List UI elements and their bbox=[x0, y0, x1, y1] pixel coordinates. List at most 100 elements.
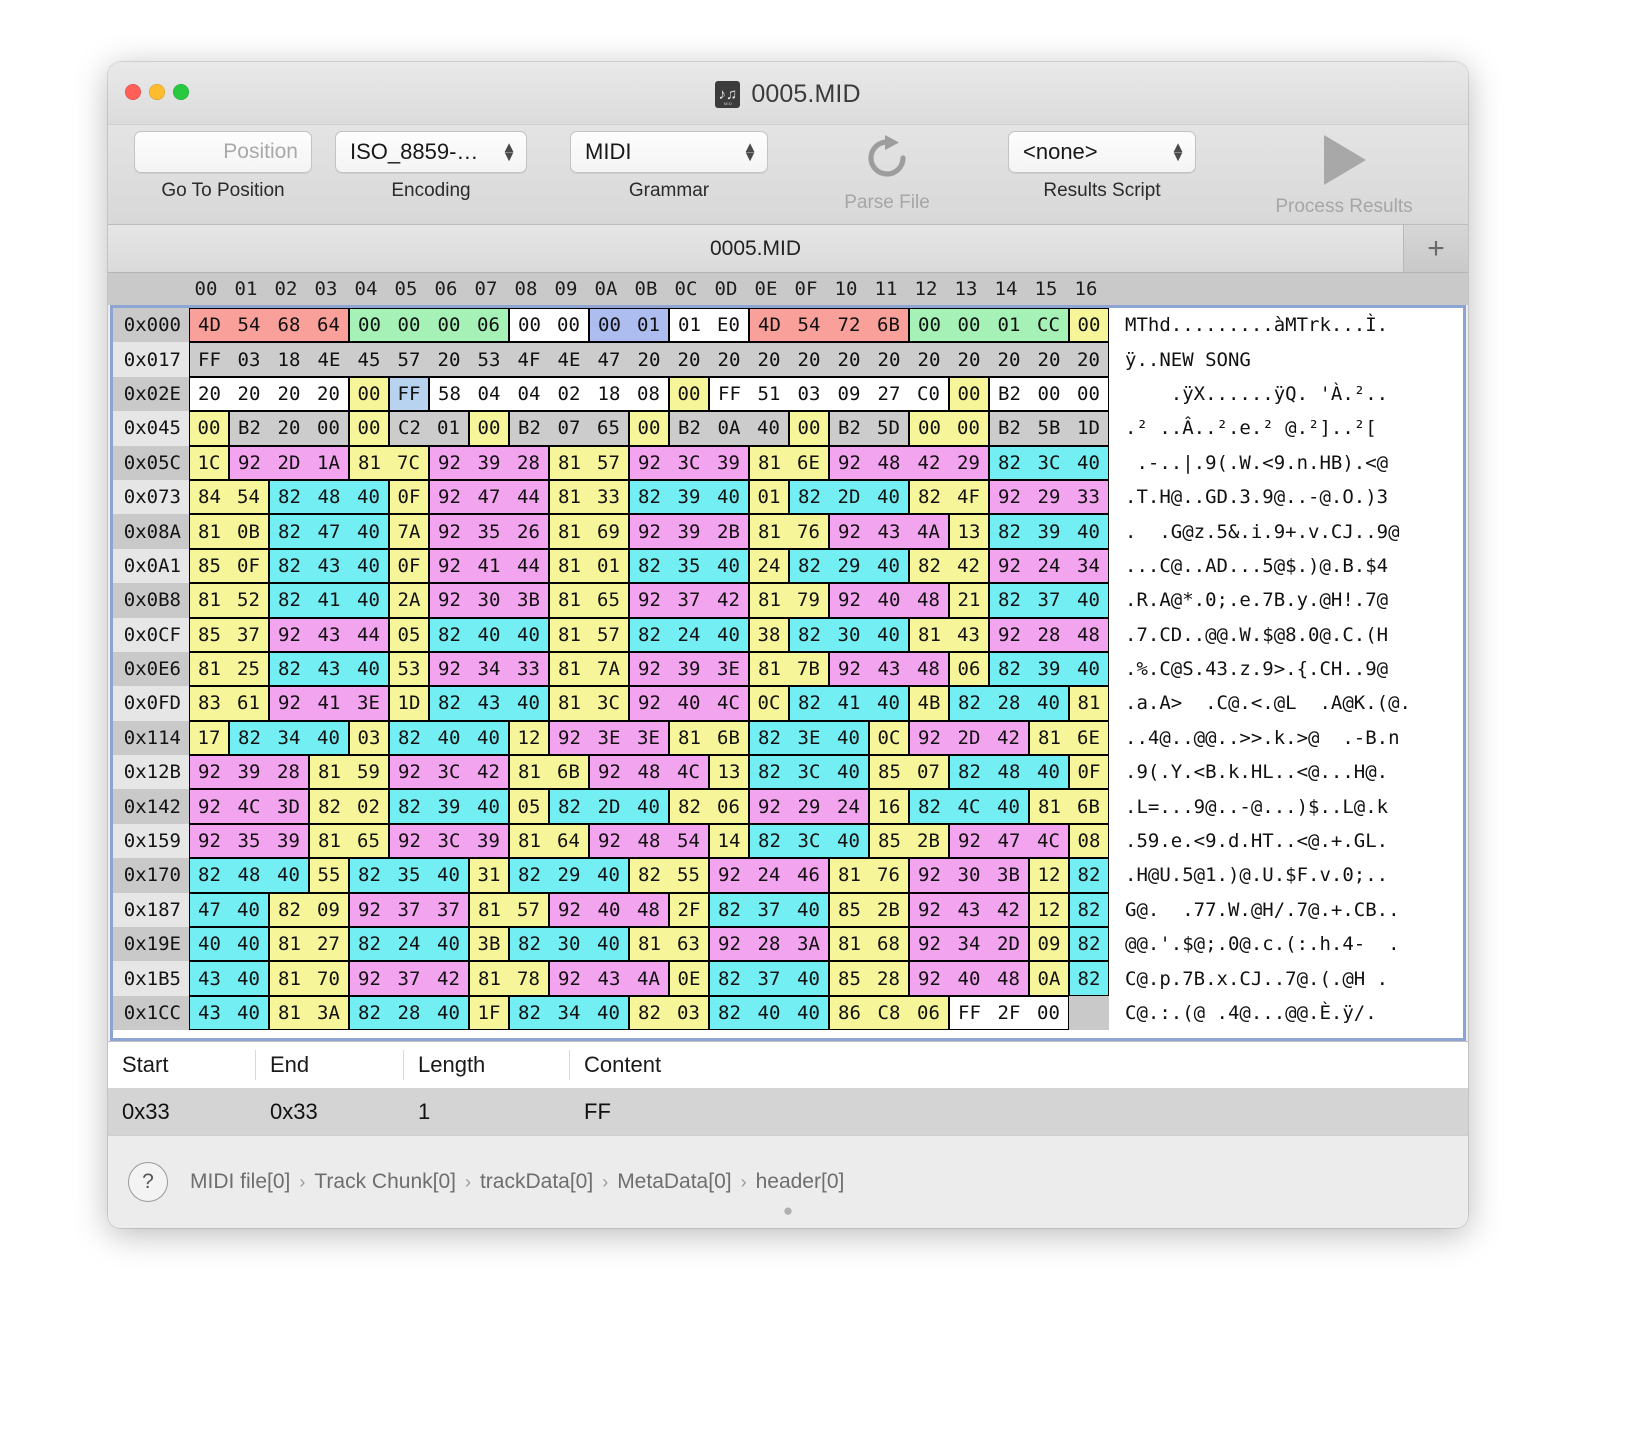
hex-byte-cell[interactable]: 20 bbox=[669, 342, 709, 377]
hex-byte-cell[interactable]: 81 bbox=[629, 927, 669, 962]
hex-byte-cell[interactable]: 2D bbox=[829, 479, 869, 515]
hex-byte-cell[interactable]: 82 bbox=[989, 583, 1029, 618]
hex-byte-cell[interactable]: 43 bbox=[469, 686, 509, 721]
hex-byte-cell[interactable]: 00 bbox=[349, 376, 389, 412]
hex-byte-cell[interactable]: 38 bbox=[749, 617, 789, 652]
hex-byte-cell[interactable]: 82 bbox=[709, 995, 749, 1031]
breadcrumb-item[interactable]: header[0] bbox=[756, 1170, 845, 1194]
hex-byte-cell[interactable]: 85 bbox=[189, 548, 229, 584]
hex-byte-cell[interactable]: 48 bbox=[629, 823, 669, 859]
hex-byte-cell[interactable]: 00 bbox=[949, 376, 989, 412]
hex-byte-cell[interactable]: 3B bbox=[509, 583, 549, 618]
hex-byte-cell[interactable]: 40 bbox=[749, 995, 789, 1031]
hex-byte-cell[interactable]: 92 bbox=[989, 617, 1029, 652]
hex-byte-cell[interactable]: 7A bbox=[389, 514, 429, 549]
hex-byte-cell[interactable]: 7C bbox=[389, 445, 429, 480]
hex-byte-cell[interactable]: 92 bbox=[909, 720, 949, 756]
hex-byte-cell[interactable]: 54 bbox=[789, 308, 829, 343]
hex-byte-cell[interactable]: 31 bbox=[469, 858, 509, 893]
hex-byte-cell[interactable]: 92 bbox=[429, 479, 469, 515]
hex-byte-cell[interactable]: 20 bbox=[869, 342, 909, 377]
hex-byte-cell[interactable]: 09 bbox=[1029, 927, 1069, 962]
hex-byte-cell[interactable]: 6E bbox=[1069, 720, 1109, 756]
hex-byte-cell[interactable]: 54 bbox=[229, 308, 269, 343]
hex-byte-cell[interactable]: 65 bbox=[349, 823, 389, 859]
hex-byte-cell[interactable]: 82 bbox=[349, 927, 389, 962]
hex-byte-cell[interactable]: 1D bbox=[389, 686, 429, 721]
breadcrumb-item[interactable]: trackData[0] bbox=[480, 1170, 593, 1194]
hex-byte-cell[interactable]: 92 bbox=[549, 720, 589, 756]
hex-byte-cell[interactable]: 39 bbox=[269, 823, 309, 859]
hex-byte-cell[interactable]: 06 bbox=[469, 308, 509, 343]
hex-byte-cell[interactable]: 40 bbox=[829, 720, 869, 756]
hex-row-ascii[interactable]: C@.:.(@ .4@...@@.È.ÿ/. bbox=[1109, 996, 1377, 1030]
hex-byte-cell[interactable]: 81 bbox=[749, 583, 789, 618]
hex-byte-cell[interactable]: 86 bbox=[829, 995, 869, 1031]
hex-byte-cell[interactable]: 20 bbox=[989, 342, 1029, 377]
hex-byte-cell[interactable]: 58 bbox=[429, 376, 469, 412]
hex-byte-cell[interactable]: 81 bbox=[749, 514, 789, 549]
table-row[interactable]: 0x33 0x33 1 FF bbox=[108, 1089, 1468, 1135]
hex-row-ascii[interactable]: C@.p.7B.x.CJ..7@.(.@H . bbox=[1109, 961, 1388, 995]
hex-byte-cell[interactable]: 57 bbox=[589, 445, 629, 480]
hex-byte-cell[interactable]: 82 bbox=[389, 789, 429, 824]
hex-byte-cell[interactable]: 28 bbox=[1029, 617, 1069, 652]
breadcrumb-item[interactable]: Track Chunk[0] bbox=[314, 1170, 456, 1194]
hex-byte-cell[interactable]: 24 bbox=[749, 858, 789, 893]
hex-byte-cell[interactable]: 92 bbox=[389, 823, 429, 859]
hex-byte-cell[interactable]: 25 bbox=[229, 651, 269, 687]
hex-byte-cell[interactable]: 20 bbox=[1029, 342, 1069, 377]
hex-row-ascii[interactable]: .R.A@*.0;.e.7B.y.@H!.7@ bbox=[1109, 583, 1388, 617]
hex-byte-cell[interactable]: 29 bbox=[549, 858, 589, 893]
hex-byte-cell[interactable]: 40 bbox=[429, 927, 469, 962]
hex-byte-cell[interactable]: 92 bbox=[629, 583, 669, 618]
hex-byte-cell[interactable]: 37 bbox=[669, 583, 709, 618]
breadcrumb-item[interactable]: MIDI file[0] bbox=[190, 1170, 290, 1194]
hex-byte-cell[interactable]: 40 bbox=[469, 720, 509, 756]
hex-byte-cell[interactable]: 82 bbox=[749, 720, 789, 756]
hex-byte-cell[interactable]: 06 bbox=[909, 995, 949, 1031]
hex-byte-cell[interactable]: 13 bbox=[709, 755, 749, 790]
hex-byte-cell[interactable]: 4F bbox=[949, 479, 989, 515]
hex-byte-cell[interactable]: 39 bbox=[669, 651, 709, 687]
hex-byte-cell[interactable]: 4D bbox=[749, 308, 789, 343]
hex-byte-cell[interactable]: 82 bbox=[269, 651, 309, 687]
hex-byte-cell[interactable]: 04 bbox=[469, 376, 509, 412]
hex-byte-cell[interactable]: 82 bbox=[1069, 892, 1109, 928]
hex-byte-cell[interactable]: 82 bbox=[429, 617, 469, 652]
hex-byte-cell[interactable]: 81 bbox=[549, 445, 589, 480]
hex-byte-cell[interactable]: 42 bbox=[909, 445, 949, 480]
hex-byte-cell[interactable]: 82 bbox=[509, 995, 549, 1031]
hex-byte-cell[interactable]: C2 bbox=[389, 411, 429, 446]
hex-byte-cell[interactable]: 47 bbox=[469, 479, 509, 515]
hex-byte-cell[interactable]: 82 bbox=[189, 858, 229, 893]
hex-byte-cell[interactable]: 0F bbox=[229, 548, 269, 584]
hex-byte-cell[interactable]: 34 bbox=[269, 720, 309, 756]
hex-byte-cell[interactable]: 92 bbox=[429, 583, 469, 618]
hex-byte-cell[interactable]: 81 bbox=[549, 479, 589, 515]
hex-row-ascii[interactable]: .² ..Â..².e.² @.²]..²[ bbox=[1109, 411, 1377, 445]
hex-row-ascii[interactable]: ÿ..NEW SONG bbox=[1109, 342, 1251, 376]
grammar-select[interactable]: MIDI ▲ ▼ bbox=[570, 131, 768, 173]
hex-byte-cell[interactable]: 0F bbox=[389, 479, 429, 515]
hex-byte-cell[interactable]: 43 bbox=[589, 961, 629, 996]
hex-byte-cell[interactable]: 5D bbox=[869, 411, 909, 446]
hex-byte-cell[interactable]: 92 bbox=[189, 823, 229, 859]
hex-byte-cell[interactable]: 92 bbox=[269, 617, 309, 652]
hex-row-ascii[interactable]: ..4@..@@..>>.k.>@ .-B.n bbox=[1109, 721, 1400, 755]
hex-byte-cell[interactable]: 82 bbox=[509, 927, 549, 962]
hex-byte-cell[interactable]: 00 bbox=[1029, 995, 1069, 1031]
hex-byte-cell[interactable]: 82 bbox=[1069, 927, 1109, 962]
encoding-select[interactable]: ISO_8859-… ▲ ▼ bbox=[335, 131, 527, 173]
hex-byte-cell[interactable]: 92 bbox=[629, 651, 669, 687]
hex-byte-cell[interactable]: 39 bbox=[229, 755, 269, 790]
hex-byte-cell[interactable]: 09 bbox=[829, 376, 869, 412]
hex-byte-cell[interactable]: 41 bbox=[469, 548, 509, 584]
hex-byte-cell[interactable]: 20 bbox=[429, 342, 469, 377]
hex-byte-cell[interactable]: 82 bbox=[269, 479, 309, 515]
hex-byte-cell[interactable]: 28 bbox=[869, 961, 909, 996]
hex-byte-cell[interactable]: 28 bbox=[509, 445, 549, 480]
hex-byte-cell[interactable]: 92 bbox=[909, 858, 949, 893]
hex-row-ascii[interactable]: .59.e.<9.d.HT..<@.+.GL. bbox=[1109, 824, 1388, 858]
hex-byte-cell[interactable]: 48 bbox=[629, 892, 669, 928]
